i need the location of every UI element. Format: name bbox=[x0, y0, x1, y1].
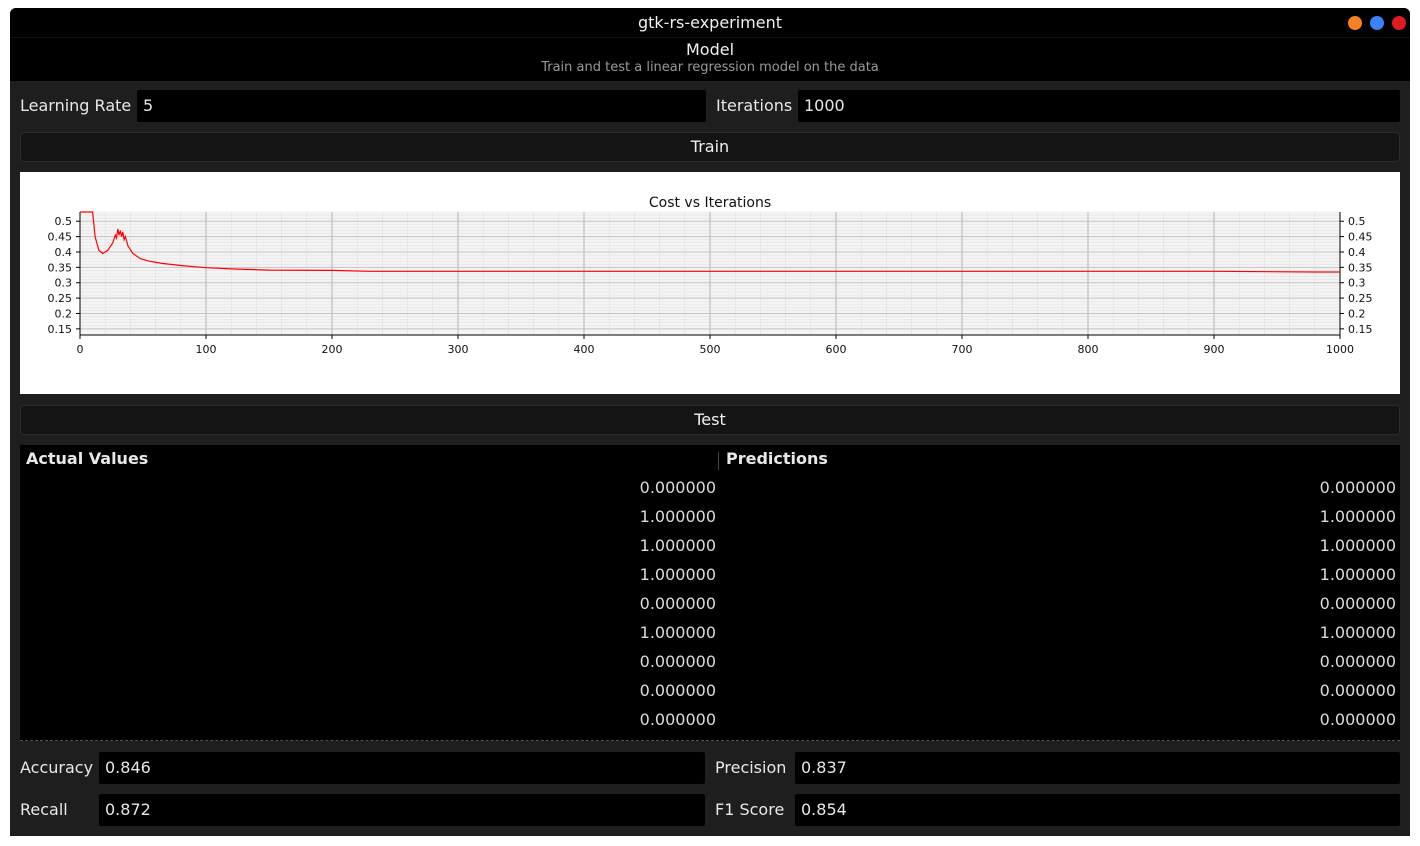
learning-rate-label: Learning Rate bbox=[20, 96, 132, 115]
y-tick-label-left: 0.2 bbox=[55, 307, 73, 320]
y-tick-label-left: 0.4 bbox=[55, 246, 73, 259]
y-tick-label-right: 0.5 bbox=[1348, 215, 1366, 228]
title-bar[interactable]: gtk-rs-experiment bbox=[10, 8, 1410, 37]
iterations-label: Iterations bbox=[716, 96, 793, 115]
y-tick-label-right: 0.3 bbox=[1348, 277, 1366, 290]
test-button[interactable]: Test bbox=[20, 405, 1400, 435]
table-bottom-divider bbox=[20, 740, 1400, 741]
results-table[interactable]: Actual Values Predictions 0.000000 0.0000… bbox=[20, 445, 1400, 741]
actual-value-cell: 0.000000 bbox=[639, 681, 716, 700]
actual-value-cell: 0.000000 bbox=[639, 710, 716, 729]
actual-value-cell: 1.000000 bbox=[639, 565, 716, 584]
actual-value-cell: 1.000000 bbox=[639, 536, 716, 555]
y-tick-label-right: 0.35 bbox=[1348, 261, 1373, 274]
prediction-value-cell: 1.000000 bbox=[1319, 623, 1396, 642]
y-tick-label-right: 0.15 bbox=[1348, 323, 1373, 336]
x-tick-label: 0 bbox=[77, 343, 84, 356]
cost-chart: 0 100 200 300 400 500 600 700 800 900 1000 0.15 0.15… bbox=[20, 172, 1400, 394]
actual-value-cell: 0.000000 bbox=[639, 478, 716, 497]
window-title: gtk-rs-experiment bbox=[637, 13, 783, 32]
maximize-button[interactable] bbox=[1370, 16, 1384, 30]
prediction-value-cell: 0.000000 bbox=[1319, 710, 1396, 729]
recall-field[interactable]: 0.872 bbox=[99, 794, 705, 826]
column-header-predictions[interactable]: Predictions bbox=[726, 445, 828, 473]
prediction-value-cell: 1.000000 bbox=[1319, 507, 1396, 526]
x-tick-label: 500 bbox=[700, 343, 721, 356]
x-tick-label: 900 bbox=[1204, 343, 1225, 356]
precision-field[interactable]: 0.837 bbox=[795, 752, 1400, 784]
y-tick-label-left: 0.3 bbox=[55, 277, 73, 290]
column-header-actual[interactable]: Actual Values bbox=[26, 445, 148, 473]
y-tick-label-right: 0.2 bbox=[1348, 307, 1366, 320]
actual-value-cell: 1.000000 bbox=[639, 623, 716, 642]
y-tick-label-left: 0.35 bbox=[48, 261, 73, 274]
iterations-input[interactable]: 1000 bbox=[798, 90, 1400, 122]
prediction-value-cell: 0.000000 bbox=[1319, 681, 1396, 700]
y-tick-label-left: 0.45 bbox=[48, 231, 73, 244]
actual-value-cell: 0.000000 bbox=[639, 594, 716, 613]
x-tick-label: 100 bbox=[196, 343, 217, 356]
minimize-button[interactable] bbox=[1348, 16, 1362, 30]
x-tick-label: 700 bbox=[952, 343, 973, 356]
chart-title: Cost vs Iterations bbox=[649, 195, 771, 211]
column-separator bbox=[718, 452, 719, 470]
actual-value-cell: 1.000000 bbox=[639, 507, 716, 526]
x-tick-label: 400 bbox=[574, 343, 595, 356]
app-window: gtk-rs-experiment Model Train and test a… bbox=[10, 8, 1410, 836]
y-tick-label-left: 0.25 bbox=[48, 292, 73, 305]
x-tick-label: 800 bbox=[1078, 343, 1099, 356]
accuracy-label: Accuracy bbox=[20, 758, 94, 777]
learning-rate-input[interactable]: 5 bbox=[137, 90, 706, 122]
y-tick-label-left: 0.15 bbox=[48, 323, 73, 336]
prediction-value-cell: 1.000000 bbox=[1319, 536, 1396, 555]
accuracy-field[interactable]: 0.846 bbox=[99, 752, 705, 784]
cost-chart-svg: 0 100 200 300 400 500 600 700 800 900 1000 0.15 0.15… bbox=[48, 195, 1373, 356]
precision-label: Precision bbox=[715, 758, 787, 777]
recall-label: Recall bbox=[20, 800, 68, 819]
prediction-value-cell: 0.000000 bbox=[1319, 652, 1396, 671]
x-tick-label: 1000 bbox=[1326, 343, 1354, 356]
close-button[interactable] bbox=[1392, 16, 1406, 30]
x-tick-label: 300 bbox=[448, 343, 469, 356]
page-subtitle: Train and test a linear regression model… bbox=[541, 60, 879, 75]
y-tick-label-right: 0.45 bbox=[1348, 231, 1373, 244]
x-tick-label: 600 bbox=[826, 343, 847, 356]
prediction-value-cell: 0.000000 bbox=[1319, 478, 1396, 497]
prediction-value-cell: 1.000000 bbox=[1319, 565, 1396, 584]
y-tick-label-right: 0.25 bbox=[1348, 292, 1373, 305]
f1-score-field[interactable]: 0.854 bbox=[795, 794, 1400, 826]
y-tick-label-left: 0.5 bbox=[55, 215, 73, 228]
x-tick-label: 200 bbox=[322, 343, 343, 356]
page-header: Model Train and test a linear regression… bbox=[10, 37, 1410, 81]
prediction-value-cell: 0.000000 bbox=[1319, 594, 1396, 613]
y-tick-label-right: 0.4 bbox=[1348, 246, 1366, 259]
f1-score-label: F1 Score bbox=[715, 800, 785, 819]
page-title: Model bbox=[685, 40, 735, 59]
train-button[interactable]: Train bbox=[20, 132, 1400, 162]
actual-value-cell: 0.000000 bbox=[639, 652, 716, 671]
